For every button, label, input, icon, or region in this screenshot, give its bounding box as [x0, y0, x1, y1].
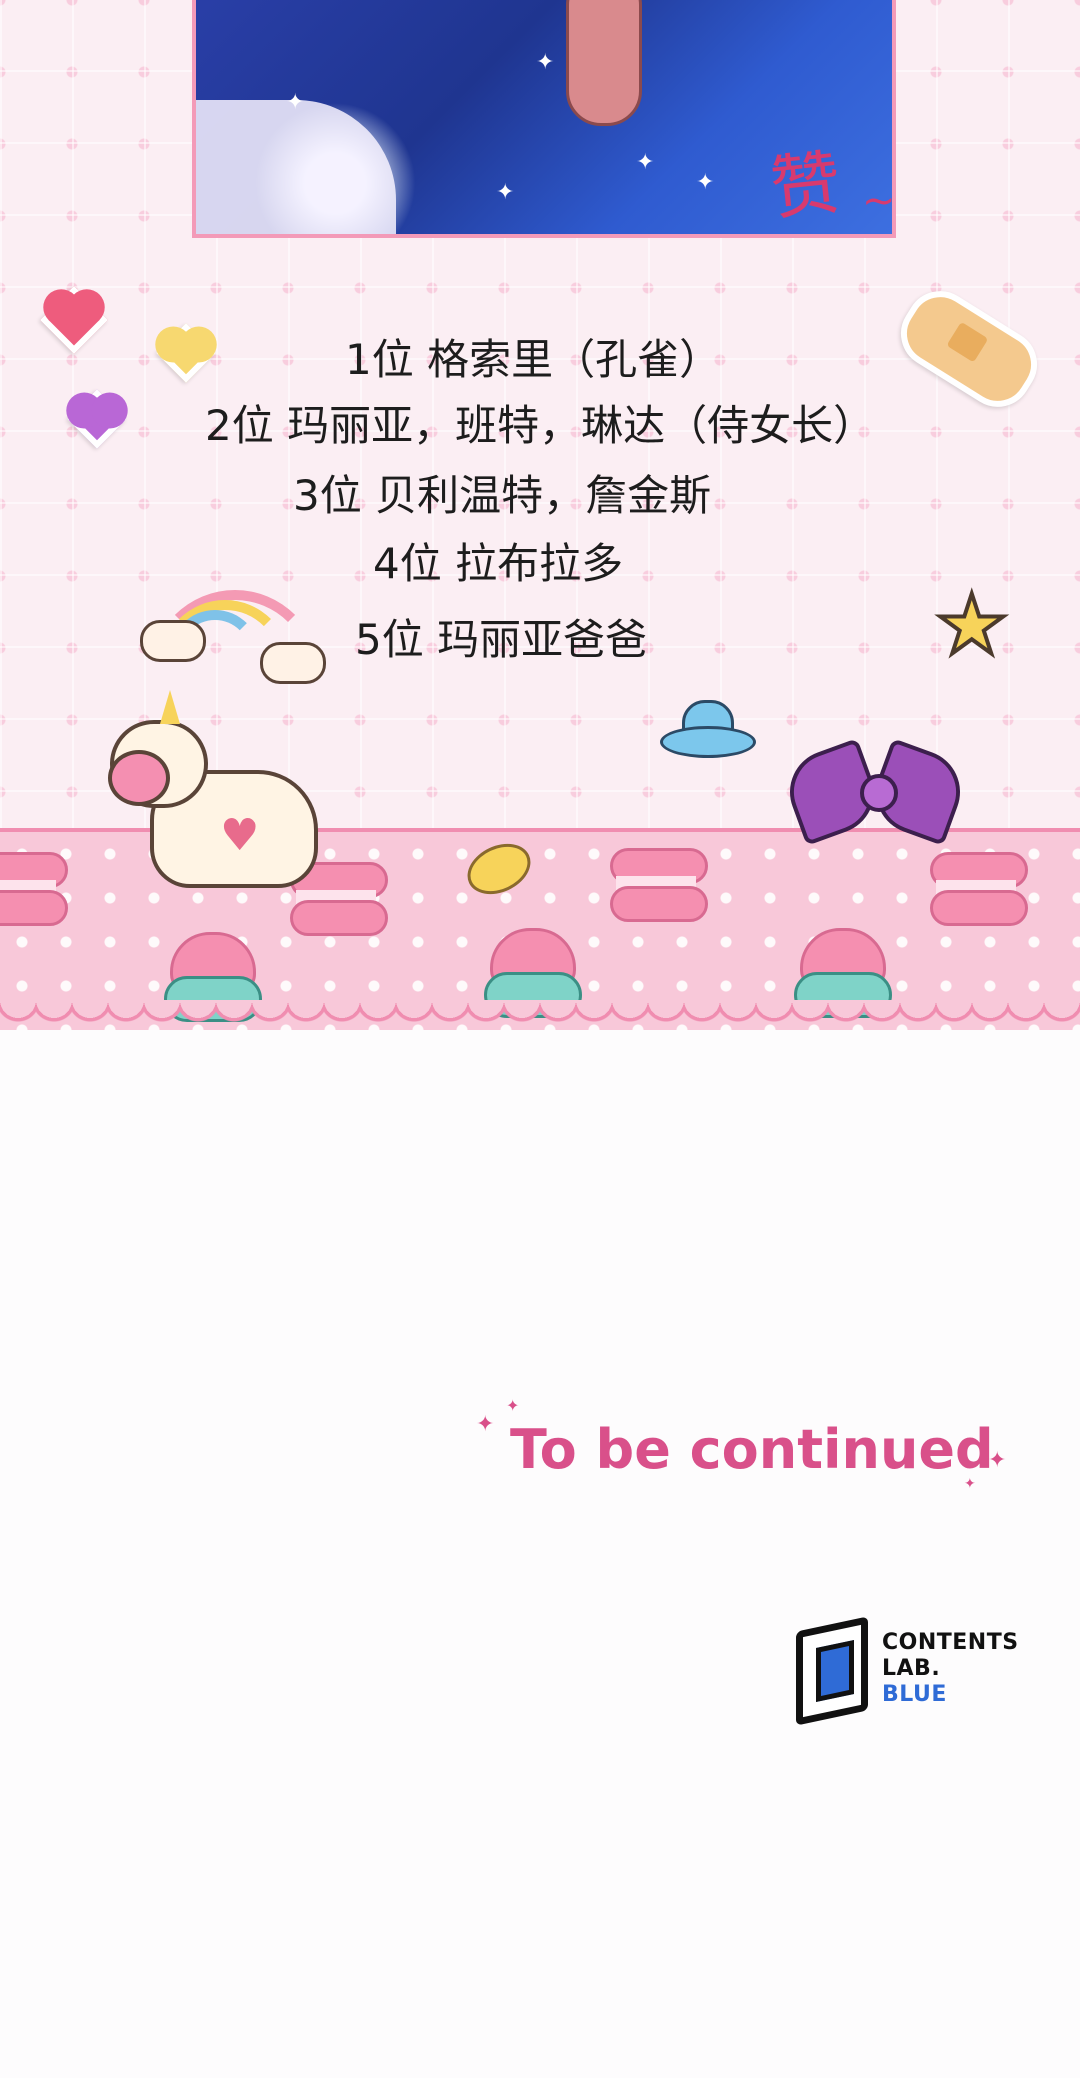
ranking-line-3: 3位 贝利温特，詹金斯 — [293, 471, 712, 520]
ranking-line-5: 5位 玛丽亚爸爸 — [355, 615, 648, 664]
heart-sticker-icon — [156, 323, 216, 383]
bow-sticker-icon — [778, 738, 972, 846]
sparkle-icon: ✦ — [696, 170, 715, 195]
ufo-sticker-icon — [660, 700, 756, 760]
ranking-line-4: 4位 拉布拉多 — [373, 539, 624, 588]
sparkle-icon: ✦ — [636, 150, 655, 175]
hair-illustration — [196, 100, 396, 234]
scalloped-edge — [0, 1000, 1080, 1030]
ranking-line-2: 2位 玛丽亚，班特，琳达（侍女长） — [205, 401, 876, 450]
heart-sticker-icon — [67, 389, 127, 449]
to-be-continued-text: To be continued — [510, 1418, 994, 1481]
sparkle-icon: ✦ — [286, 90, 305, 115]
star-sticker-icon: ★ — [933, 578, 1010, 673]
sparkle-icon: ✦ — [988, 1448, 1007, 1473]
heart-sticker-icon — [40, 286, 108, 354]
comic-panel: ✦ ✦ ✦ ✦ ✦ 赞 ~ 1位 格索里（孔雀） 2位 玛丽亚，班特，琳达（侍女… — [0, 0, 1080, 1030]
sparkle-icon: ✦ — [536, 50, 555, 75]
sparkle-icon: ✦ — [506, 1396, 520, 1415]
logo-text-line-1: CONTENTS — [882, 1630, 1019, 1655]
worm-illustration — [566, 0, 642, 126]
sparkle-icon: ✦ — [476, 1412, 495, 1437]
ranking-line-1: 1位 格索里（孔雀） — [345, 335, 722, 384]
exclamation-tilde: ~ — [862, 178, 896, 224]
exclamation-text: 赞 — [766, 141, 845, 231]
rainbow-sticker-icon — [140, 590, 326, 684]
unicorn-sticker-icon: ♥ — [108, 690, 330, 900]
logo-text-line-3: BLUE — [882, 1682, 947, 1707]
sparkle-icon: ✦ — [964, 1476, 976, 1492]
bandage-sticker-icon — [888, 278, 1050, 420]
logo-text-line-2: LAB. — [882, 1656, 941, 1681]
contents-lab-blue-logo: CONTENTS LAB. BLUE — [790, 1612, 1020, 1726]
logo-mark-icon — [790, 1612, 868, 1726]
sparkle-icon: ✦ — [496, 180, 515, 205]
